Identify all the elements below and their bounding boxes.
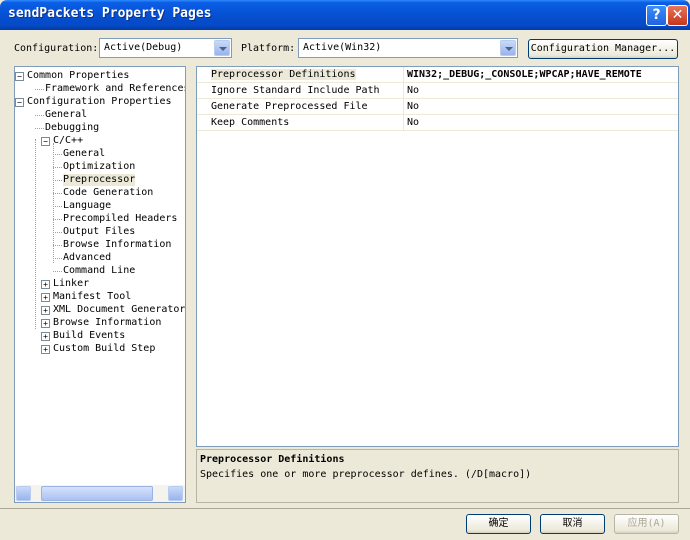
property-name: Ignore Standard Include Path — [211, 85, 380, 96]
tree-item[interactable]: Optimization — [63, 161, 135, 173]
platform-value: Active(Win32) — [303, 42, 382, 53]
tree-item[interactable]: Output Files — [63, 226, 135, 238]
expand-icon[interactable]: + — [41, 293, 50, 302]
tree-connector — [53, 143, 54, 263]
column-separator — [403, 115, 404, 131]
property-row[interactable]: Keep Comments No — [197, 115, 678, 131]
property-value[interactable]: WIN32;_DEBUG;_CONSOLE;WPCAP;HAVE_REMOTE — [407, 69, 642, 80]
tree-item[interactable]: Preprocessor — [63, 174, 136, 186]
tree-item[interactable]: General — [63, 148, 105, 160]
tree-item[interactable]: Command Line — [63, 265, 135, 277]
tree-item[interactable]: Language — [63, 200, 111, 212]
configuration-dropdown[interactable]: Active(Debug) — [99, 38, 232, 58]
tree-item[interactable]: Manifest Tool — [53, 291, 131, 303]
expand-icon[interactable]: + — [41, 332, 50, 341]
tree-item[interactable]: C/C++ — [53, 135, 83, 147]
tree-connector — [53, 180, 62, 181]
expand-icon[interactable]: + — [41, 306, 50, 315]
tree-connector — [53, 245, 62, 246]
tree-item[interactable]: Build Events — [53, 330, 125, 342]
chevron-down-icon[interactable] — [500, 40, 516, 56]
title-bar: sendPackets Property Pages ? ✕ — [0, 0, 690, 30]
collapse-icon[interactable]: − — [41, 137, 50, 146]
tree-item[interactable]: Browse Information — [53, 317, 161, 329]
description-text: Specifies one or more preprocessor defin… — [200, 469, 532, 480]
tree-item[interactable]: Advanced — [63, 252, 111, 264]
expand-icon[interactable]: + — [41, 319, 50, 328]
tree-item[interactable]: Precompiled Headers — [63, 213, 177, 225]
property-row[interactable]: Generate Preprocessed File No — [197, 99, 678, 115]
configuration-manager-button[interactable]: Configuration Manager... — [528, 39, 678, 59]
tree-item[interactable]: Configuration Properties — [27, 96, 172, 108]
cancel-button[interactable]: 取消 — [540, 514, 605, 534]
tree-item[interactable]: Common Properties — [27, 70, 129, 82]
tree-item[interactable]: XML Document Generator — [53, 304, 185, 316]
column-separator — [403, 83, 404, 99]
chevron-down-icon[interactable] — [214, 40, 230, 56]
property-row[interactable]: Preprocessor Definitions WIN32;_DEBUG;_CO… — [197, 67, 678, 83]
tree-item[interactable]: Linker — [53, 278, 89, 290]
property-value[interactable]: No — [407, 117, 419, 128]
help-button[interactable]: ? — [646, 5, 667, 26]
tree-item[interactable]: Debugging — [45, 122, 99, 134]
ok-button[interactable]: 确定 — [466, 514, 531, 534]
scroll-left-icon[interactable] — [16, 486, 31, 501]
tree-connector — [35, 89, 44, 90]
scroll-right-icon[interactable] — [168, 486, 183, 501]
expand-icon[interactable]: + — [41, 280, 50, 289]
footer-divider — [0, 508, 690, 509]
property-name: Preprocessor Definitions — [211, 69, 356, 80]
tree-item[interactable]: General — [45, 109, 87, 121]
property-value[interactable]: No — [407, 101, 419, 112]
property-name: Generate Preprocessed File — [211, 101, 368, 112]
tree-connector — [35, 128, 44, 129]
property-grid[interactable]: Preprocessor Definitions WIN32;_DEBUG;_CO… — [196, 66, 679, 447]
property-name: Keep Comments — [211, 117, 290, 128]
description-panel: Preprocessor Definitions Specifies one o… — [196, 449, 679, 503]
tree-connector — [53, 206, 62, 207]
configuration-value: Active(Debug) — [104, 42, 183, 53]
column-separator — [403, 99, 404, 115]
property-row[interactable]: Ignore Standard Include Path No — [197, 83, 678, 99]
tree-connector — [53, 193, 62, 194]
column-separator — [403, 67, 404, 83]
tree-connector — [53, 167, 62, 168]
property-tree[interactable]: − Common Properties Framework and Referenc… — [14, 66, 186, 503]
tree-connector — [53, 271, 62, 272]
tree-item[interactable]: Custom Build Step — [53, 343, 155, 355]
apply-button[interactable]: 应用(A) — [614, 514, 679, 534]
tree-item[interactable]: Framework and References — [45, 83, 185, 95]
description-title: Preprocessor Definitions — [200, 454, 345, 465]
expand-icon[interactable]: + — [41, 345, 50, 354]
close-button[interactable]: ✕ — [667, 5, 688, 26]
scrollbar-thumb[interactable] — [41, 486, 153, 501]
tree-item[interactable]: Code Generation — [63, 187, 153, 199]
tree-connector — [53, 219, 62, 220]
tree-connector — [35, 139, 36, 329]
tree-item[interactable]: Browse Information — [63, 239, 171, 251]
property-value[interactable]: No — [407, 85, 419, 96]
tree-connector — [53, 232, 62, 233]
configuration-label: Configuration: — [14, 43, 99, 54]
platform-label: Platform: — [241, 43, 296, 54]
collapse-icon[interactable]: − — [15, 98, 24, 107]
platform-dropdown[interactable]: Active(Win32) — [298, 38, 518, 58]
tree-connector — [35, 115, 44, 116]
window-title: sendPackets Property Pages — [8, 6, 212, 21]
tree-horizontal-scrollbar[interactable] — [15, 485, 185, 502]
collapse-icon[interactable]: − — [15, 72, 24, 81]
tree-connector — [53, 258, 62, 259]
tree-connector — [53, 154, 62, 155]
